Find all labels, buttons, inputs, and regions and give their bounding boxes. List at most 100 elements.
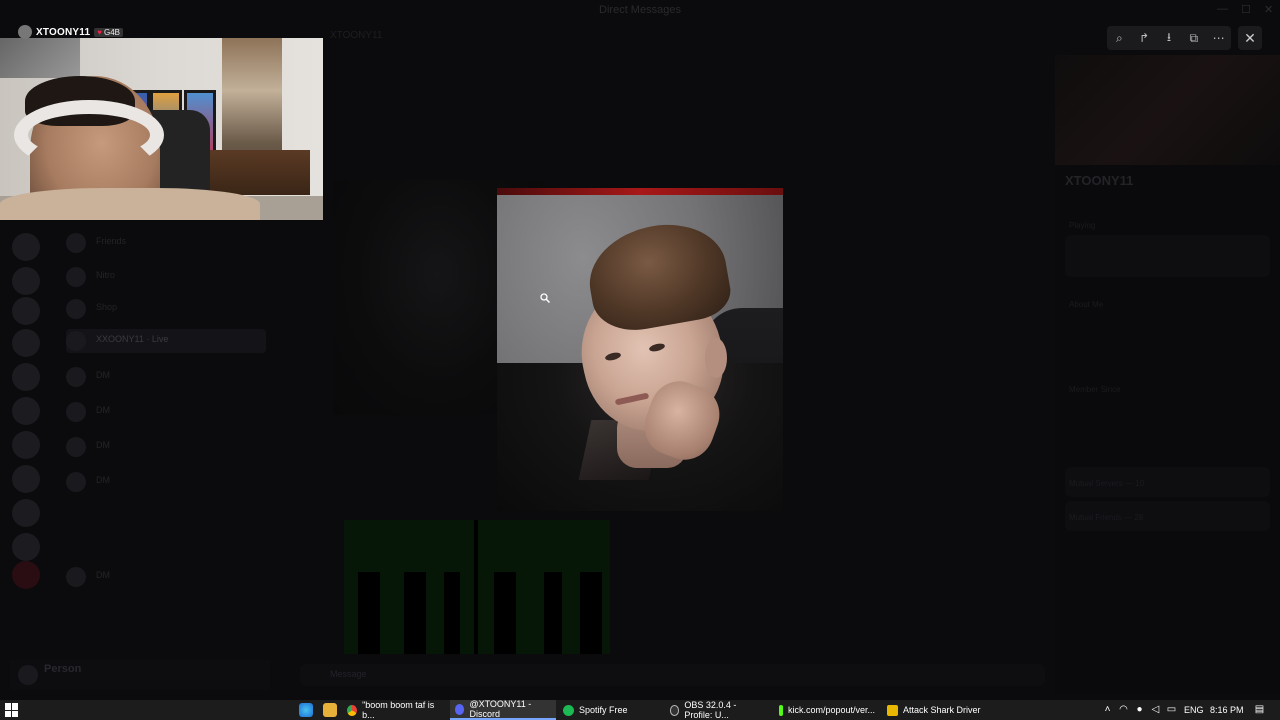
avatar [66,299,86,319]
avatar [66,233,86,253]
language-indicator[interactable]: ENG [1184,700,1204,720]
expanded-image[interactable] [497,188,783,511]
profile-name: XTOONY11 [1065,173,1134,188]
network-icon[interactable]: ▭ [1166,704,1177,715]
close-viewer-button[interactable]: ✕ [1238,26,1262,50]
avatar [66,267,86,287]
dm-item-label: DM [96,440,110,450]
dm-item-label: DM [96,405,110,415]
taskbar-app-kick[interactable]: kick.com/popout/ver... [774,700,880,720]
server-icon[interactable] [12,499,40,527]
channel-header: XTOONY11 [330,30,383,41]
taskbar-app-label: OBS 32.0.4 - Profile: U... [684,700,737,720]
profile-banner [1055,55,1280,165]
activity-card [1065,235,1270,277]
screen: Direct Messages — ☐ ✕ Friends Nitro Shop… [0,0,1280,720]
minimize-icon[interactable]: — [1217,3,1228,15]
avatar[interactable] [18,665,38,685]
window-title: Direct Messages [599,4,681,16]
zoom-icon[interactable]: ⌕ [1111,30,1127,46]
server-icon[interactable] [12,233,40,261]
server-icon[interactable] [12,329,40,357]
profile-section-label: About Me [1069,300,1104,309]
dm-item[interactable]: Nitro [66,265,266,289]
taskbar-app-label: @XTOONY11 - Discord [469,699,532,719]
webcam-wall-art [0,38,80,78]
taskbar-app-chrome[interactable]: "boom boom taf is b... [342,700,447,720]
file-explorer-icon[interactable] [323,703,337,717]
attack-shark-icon [887,704,898,716]
taskbar-app-label: "boom boom taf is b... [362,700,435,720]
obs-icon [670,704,680,716]
avatar [66,402,86,422]
server-icon[interactable] [12,397,40,425]
embed-shape [474,520,478,654]
dm-item-active[interactable]: XXOONY11 · Live [66,329,266,353]
server-icon[interactable] [12,465,40,493]
server-icon[interactable] [12,561,40,589]
dm-item[interactable]: DM [66,365,266,389]
heart-icon: ♥ [97,27,102,37]
streamer-badge: ♥ G4B [94,27,123,37]
dm-item[interactable]: DM [66,435,266,459]
spotify-icon [563,704,574,716]
profile-section-label: Mutual Servers — 10 [1069,479,1145,488]
dm-list: Friends Nitro Shop XXOONY11 · Live DM DM… [56,225,276,695]
dm-item-label: DM [96,570,110,580]
headset-icon[interactable]: ◠ [1118,704,1129,715]
taskbar-app-label: kick.com/popout/ver... [787,705,875,715]
embed-shape [444,572,460,654]
webcam-streamer-shirt [0,188,260,220]
maximize-icon[interactable]: ☐ [1241,3,1251,16]
embed-shape [494,572,516,654]
dm-item[interactable]: Friends [66,231,266,255]
server-icon[interactable] [12,297,40,325]
embed-shape [544,572,562,654]
dm-item-label: Shop [96,302,118,312]
embed-image-dimmed[interactable] [344,520,610,654]
taskbar-app-spotify[interactable]: Spotify Free [558,700,662,720]
server-icon[interactable] [12,431,40,459]
avatar [66,567,86,587]
taskbar-app-attack-shark[interactable]: Attack Shark Driver [882,700,988,720]
volume-icon[interactable]: ◁ [1150,704,1161,715]
profile-section-label: Mutual Friends — 28 [1069,513,1144,522]
streamer-tag: XTOONY11 ♥ G4B [18,25,123,39]
webcam-shelf [200,150,310,195]
server-icon[interactable] [12,533,40,561]
server-icon[interactable] [12,267,40,295]
microphone-icon[interactable]: ● [1134,704,1145,715]
forward-icon[interactable]: ↱ [1136,30,1152,46]
taskbar-app-label: Spotify Free [579,705,628,715]
profile-panel-dimmed: XTOONY11 Playing About Me Member Since M… [1055,55,1280,695]
server-icon[interactable] [12,363,40,391]
dm-item[interactable]: DM [66,470,266,494]
avatar [66,367,86,387]
clock[interactable]: 8:16 PM [1210,700,1244,720]
window-close-icon[interactable]: ✕ [1264,3,1273,16]
dm-item[interactable]: DM [66,400,266,424]
taskbar-app-discord[interactable]: @XTOONY11 - Discord [450,699,556,720]
avatar [66,437,86,457]
badge-text: G4B [103,27,120,37]
profile-section-label: Playing [1069,221,1096,230]
open-external-icon[interactable]: ⧉ [1186,30,1202,46]
taskbar-app-obs[interactable]: OBS 32.0.4 - Profile: U... [665,700,771,720]
message-input[interactable]: Message [300,664,1045,686]
embed-shape [404,572,426,654]
embed-shape [580,572,602,654]
more-icon[interactable]: ⋯ [1211,30,1227,46]
notifications-icon[interactable]: ▤ [1254,704,1265,715]
dm-item[interactable]: DM [66,565,266,589]
download-icon[interactable]: ⭳ [1161,30,1177,46]
embed-shape [358,572,380,654]
chevron-up-icon[interactable]: ˄ [1102,704,1113,715]
discord-icon [455,703,465,715]
dm-item[interactable]: Shop [66,297,266,321]
image-red-bar [497,188,783,195]
dm-item-label: Friends [96,236,127,246]
edge-icon[interactable] [299,703,313,717]
webcam-overlay [0,38,323,220]
avatar [66,331,86,351]
windows-start-icon[interactable] [5,703,19,717]
